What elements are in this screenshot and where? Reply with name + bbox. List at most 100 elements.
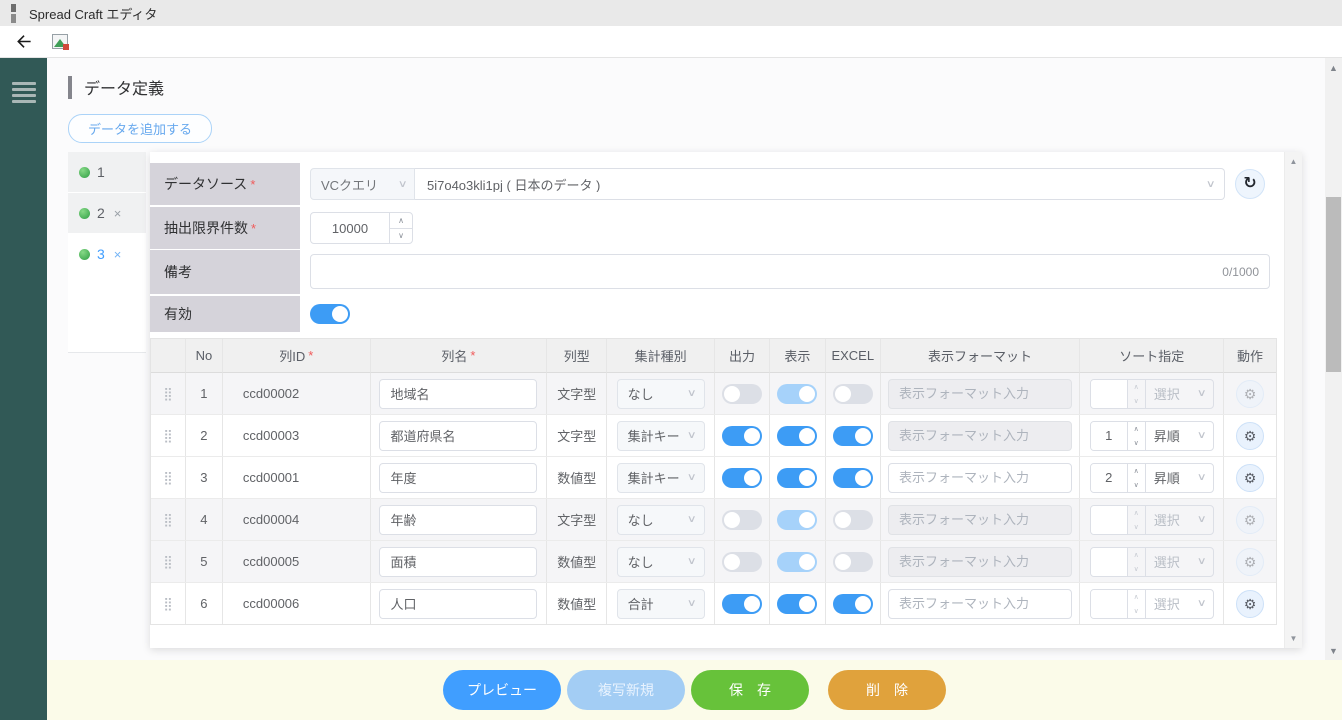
excel-toggle[interactable] xyxy=(833,594,873,614)
aggregate-select[interactable]: 集計キー ∨ xyxy=(617,421,705,451)
datasource-query-select[interactable]: ∨ xyxy=(415,168,1225,200)
display-toggle[interactable] xyxy=(777,468,817,488)
datasource-type-select[interactable]: VCクエリ ∨ xyxy=(310,168,415,200)
sort-spinner[interactable]: ∧ ∨ xyxy=(1128,422,1146,450)
column-name-input[interactable] xyxy=(379,505,537,535)
display-toggle[interactable] xyxy=(777,510,817,530)
excel-toggle[interactable] xyxy=(833,510,873,530)
number-spinner[interactable]: ∧ ∨ xyxy=(389,213,412,243)
column-name-input[interactable] xyxy=(379,421,537,451)
display-toggle[interactable] xyxy=(777,552,817,572)
sort-spinner[interactable]: ∧ ∨ xyxy=(1128,506,1146,534)
data-tab[interactable]: 1 xyxy=(68,152,146,192)
sort-number-input[interactable] xyxy=(1091,506,1128,534)
row-settings-button[interactable]: ⚙ xyxy=(1236,590,1264,618)
sort-spinner[interactable]: ∧ ∨ xyxy=(1128,590,1146,618)
format-input[interactable] xyxy=(888,589,1072,619)
output-toggle[interactable] xyxy=(722,594,762,614)
datasource-query-input[interactable] xyxy=(415,177,1207,192)
row-settings-button[interactable]: ⚙ xyxy=(1236,422,1264,450)
scroll-up-icon[interactable]: ▲ xyxy=(1325,63,1342,73)
aggregate-select[interactable]: 集計キー ∨ xyxy=(617,463,705,493)
spinner-up-icon[interactable]: ∧ xyxy=(1128,380,1145,394)
drag-handle-icon[interactable]: ⣿ xyxy=(163,471,173,484)
panel-scrollbar[interactable]: ▲ ▼ xyxy=(1284,152,1302,648)
format-input[interactable] xyxy=(888,505,1072,535)
drag-handle-icon[interactable]: ⣿ xyxy=(163,513,173,526)
row-settings-button[interactable]: ⚙ xyxy=(1236,380,1264,408)
copy-new-button[interactable]: 複写新規 xyxy=(567,670,685,710)
spinner-up-icon[interactable]: ∧ xyxy=(1128,464,1145,478)
page-scrollbar[interactable]: ▲ ▼ xyxy=(1325,58,1342,660)
excel-toggle[interactable] xyxy=(833,468,873,488)
row-settings-button[interactable]: ⚙ xyxy=(1236,464,1264,492)
format-input[interactable] xyxy=(888,379,1072,409)
sort-spinner[interactable]: ∧ ∨ xyxy=(1128,380,1146,408)
aggregate-select[interactable]: なし ∨ xyxy=(617,505,705,535)
spinner-up-icon[interactable]: ∧ xyxy=(1128,548,1145,562)
aggregate-select[interactable]: 合計 ∨ xyxy=(617,589,705,619)
sort-order-select[interactable]: 昇順 ∨ xyxy=(1146,422,1213,450)
column-name-input[interactable] xyxy=(379,547,537,577)
delete-button[interactable]: 削 除 xyxy=(828,670,946,710)
column-name-input[interactable] xyxy=(379,463,537,493)
output-toggle[interactable] xyxy=(722,426,762,446)
scroll-down-icon[interactable]: ▼ xyxy=(1285,634,1302,643)
excel-toggle[interactable] xyxy=(833,384,873,404)
remarks-field[interactable]: 0/1000 xyxy=(310,254,1270,289)
sort-order-select[interactable]: 選択 ∨ xyxy=(1146,506,1213,534)
drag-handle-icon[interactable]: ⣿ xyxy=(163,555,173,568)
back-button[interactable] xyxy=(12,31,34,53)
sort-spinner[interactable]: ∧ ∨ xyxy=(1128,464,1146,492)
spinner-up-icon[interactable]: ∧ xyxy=(1128,506,1145,520)
sort-number-input[interactable] xyxy=(1091,548,1128,576)
spinner-down-icon[interactable]: ∨ xyxy=(1128,394,1145,408)
spinner-up-icon[interactable]: ∧ xyxy=(1128,590,1145,604)
excel-export-icon[interactable] xyxy=(52,34,68,49)
sort-number-input[interactable] xyxy=(1091,590,1128,618)
display-toggle[interactable] xyxy=(777,594,817,614)
data-tab[interactable]: 3 × xyxy=(68,234,146,274)
row-settings-button[interactable]: ⚙ xyxy=(1236,548,1264,576)
column-name-input[interactable] xyxy=(379,379,537,409)
drag-handle-icon[interactable]: ⣿ xyxy=(163,429,173,442)
sort-order-select[interactable]: 選択 ∨ xyxy=(1146,590,1213,618)
spinner-down-icon[interactable]: ∨ xyxy=(1128,604,1145,618)
output-toggle[interactable] xyxy=(722,552,762,572)
spinner-down-icon[interactable]: ∨ xyxy=(1128,562,1145,576)
format-input[interactable] xyxy=(888,547,1072,577)
spinner-down-icon[interactable]: ∨ xyxy=(1128,478,1145,492)
scrollbar-thumb[interactable] xyxy=(1326,197,1341,372)
enabled-toggle[interactable] xyxy=(310,304,350,324)
sort-number-input[interactable]: 2 xyxy=(1091,464,1128,492)
excel-toggle[interactable] xyxy=(833,552,873,572)
column-name-input[interactable] xyxy=(379,589,537,619)
sort-order-select[interactable]: 選択 ∨ xyxy=(1146,380,1213,408)
data-tab[interactable]: 2 × xyxy=(68,193,146,233)
sort-number-input[interactable] xyxy=(1091,380,1128,408)
output-toggle[interactable] xyxy=(722,510,762,530)
spinner-up-icon[interactable]: ∧ xyxy=(1128,422,1145,436)
layers-menu-icon[interactable] xyxy=(12,82,36,103)
output-toggle[interactable] xyxy=(722,468,762,488)
row-settings-button[interactable]: ⚙ xyxy=(1236,506,1264,534)
scroll-up-icon[interactable]: ▲ xyxy=(1285,157,1302,166)
drag-handle-icon[interactable]: ⣿ xyxy=(163,597,173,610)
display-toggle[interactable] xyxy=(777,384,817,404)
aggregate-select[interactable]: なし ∨ xyxy=(617,547,705,577)
aggregate-select[interactable]: なし ∨ xyxy=(617,379,705,409)
close-icon[interactable]: × xyxy=(114,206,122,221)
sort-spinner[interactable]: ∧ ∨ xyxy=(1128,548,1146,576)
preview-button[interactable]: プレビュー xyxy=(443,670,561,710)
close-icon[interactable]: × xyxy=(114,247,122,262)
sort-order-select[interactable]: 選択 ∨ xyxy=(1146,548,1213,576)
spinner-down-icon[interactable]: ∨ xyxy=(1128,436,1145,450)
sort-number-input[interactable]: 1 xyxy=(1091,422,1128,450)
save-button[interactable]: 保 存 xyxy=(691,670,809,710)
output-toggle[interactable] xyxy=(722,384,762,404)
drag-handle-icon[interactable]: ⣿ xyxy=(163,387,173,400)
spinner-down-icon[interactable]: ∨ xyxy=(390,229,412,244)
format-input[interactable] xyxy=(888,421,1072,451)
add-data-button[interactable]: データを追加する xyxy=(68,114,212,143)
format-input[interactable] xyxy=(888,463,1072,493)
